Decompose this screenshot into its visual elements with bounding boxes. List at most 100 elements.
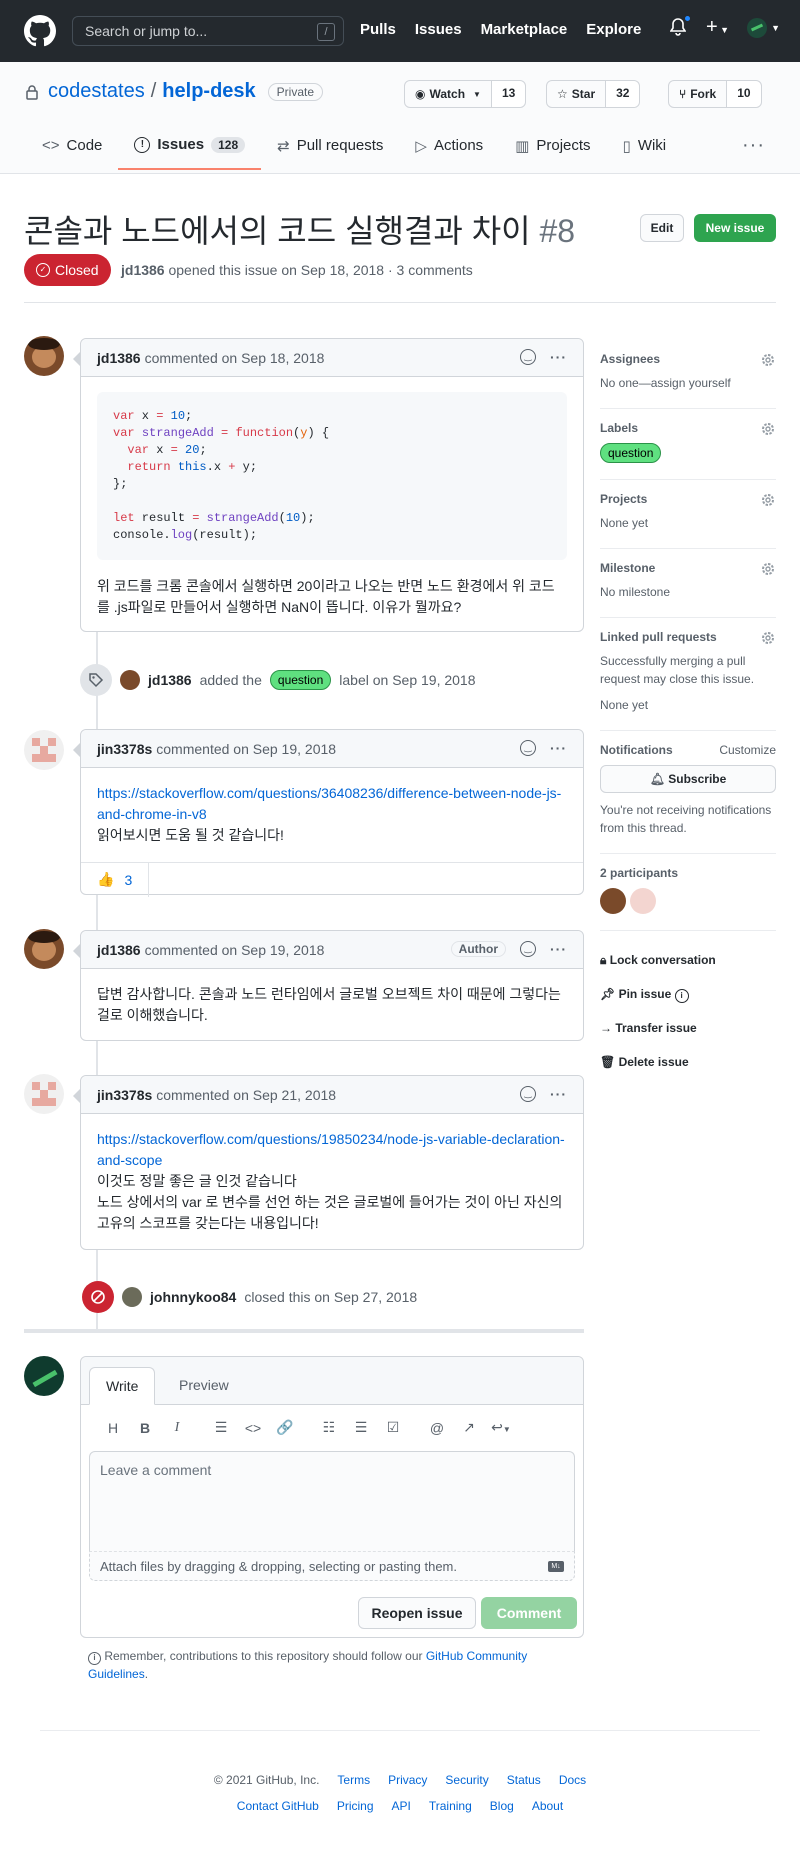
transfer-issue-link[interactable]: → Transfer issue xyxy=(600,1011,776,1045)
footer-link[interactable]: Privacy xyxy=(388,1773,427,1787)
milestone-heading[interactable]: Milestone xyxy=(600,561,776,575)
tab-write[interactable]: Write xyxy=(89,1367,156,1405)
gear-icon[interactable] xyxy=(760,421,776,440)
avatar[interactable] xyxy=(24,1074,64,1114)
linked-prs-heading[interactable]: Linked pull requests xyxy=(600,630,776,644)
issue-author-link[interactable]: jd1386 xyxy=(121,262,165,278)
user-avatar-menu[interactable]: ▼ xyxy=(747,17,780,38)
numbered-list-icon[interactable]: ☰ xyxy=(345,1419,377,1436)
event-actor[interactable]: jd1386 xyxy=(148,672,192,688)
bulleted-list-icon[interactable]: ☷ xyxy=(313,1419,345,1436)
avatar[interactable] xyxy=(24,929,64,969)
create-new-icon[interactable]: + ▼ xyxy=(706,16,729,39)
tab-projects[interactable]: ▥ Projects xyxy=(499,128,606,170)
avatar[interactable] xyxy=(120,670,140,690)
subscribe-button[interactable]: 🔔︎ Subscribe xyxy=(600,765,776,793)
assignees-heading[interactable]: Assignees xyxy=(600,352,776,366)
nav-explore[interactable]: Explore xyxy=(586,21,641,38)
comment-textarea[interactable]: Leave a comment xyxy=(89,1451,575,1551)
reply-icon[interactable]: ↩▼ xyxy=(485,1419,517,1436)
gear-icon[interactable] xyxy=(760,492,776,511)
footer-link[interactable]: Pricing xyxy=(337,1799,374,1813)
attach-files-area[interactable]: Attach files by dragging & dropping, sel… xyxy=(89,1551,575,1581)
nav-marketplace[interactable]: Marketplace xyxy=(481,21,568,38)
footer-link[interactable]: Blog xyxy=(490,1799,514,1813)
italic-icon[interactable]: I xyxy=(161,1420,193,1436)
footer-link[interactable]: API xyxy=(392,1799,411,1813)
fork-button[interactable]: ⑂ Fork xyxy=(669,81,728,107)
assign-yourself-link[interactable]: No one—assign yourself xyxy=(600,374,776,392)
footer-link[interactable]: Terms xyxy=(337,1773,370,1787)
pin-issue-link[interactable]: 📌︎ Pin issue i xyxy=(600,977,776,1011)
search-input[interactable]: Search or jump to... / xyxy=(72,16,344,46)
participant-avatar[interactable] xyxy=(630,888,656,914)
nav-issues[interactable]: Issues xyxy=(415,21,462,38)
avatar[interactable] xyxy=(24,1356,64,1396)
thumbs-up-reaction[interactable]: 👍 3 xyxy=(81,862,150,897)
tab-issues[interactable]: ! Issues 128 xyxy=(118,128,262,170)
kebab-menu-icon[interactable]: ··· xyxy=(550,1086,567,1102)
smiley-icon[interactable]: ‿ xyxy=(520,349,536,365)
stackoverflow-link[interactable]: https://stackoverflow.com/questions/3640… xyxy=(97,783,567,825)
bold-icon[interactable]: B xyxy=(129,1420,161,1436)
smiley-icon[interactable]: ‿ xyxy=(520,1086,536,1102)
comment-button[interactable]: Comment xyxy=(481,1597,577,1629)
comment-author[interactable]: jin3378s xyxy=(97,741,152,757)
customize-link[interactable]: Customize xyxy=(719,743,776,757)
github-logo-icon[interactable] xyxy=(24,15,56,47)
stackoverflow-link[interactable]: https://stackoverflow.com/questions/1985… xyxy=(97,1129,567,1171)
comment-date[interactable]: commented on Sep 19, 2018 xyxy=(156,741,336,757)
footer-link[interactable]: Training xyxy=(429,1799,472,1813)
comment-date[interactable]: commented on Sep 18, 2018 xyxy=(145,350,325,366)
footer-link[interactable]: Contact GitHub xyxy=(237,1799,319,1813)
footer-link[interactable]: Docs xyxy=(559,1773,586,1787)
tab-preview[interactable]: Preview xyxy=(163,1367,245,1405)
cross-reference-icon[interactable]: ↗ xyxy=(453,1419,485,1436)
watch-count[interactable]: 13 xyxy=(491,81,526,107)
mention-icon[interactable]: @ xyxy=(421,1420,453,1436)
fork-count[interactable]: 10 xyxy=(727,81,761,107)
kebab-menu-icon[interactable]: ··· xyxy=(550,941,567,957)
label-question[interactable]: question xyxy=(269,670,332,690)
edit-button[interactable]: Edit xyxy=(640,214,684,242)
kebab-menu-icon[interactable]: ··· xyxy=(550,740,567,756)
gear-icon[interactable] xyxy=(760,352,776,371)
more-options-icon[interactable]: ··· xyxy=(742,134,765,157)
star-button[interactable]: ☆ Star xyxy=(547,81,607,107)
new-issue-button[interactable]: New issue xyxy=(694,214,776,242)
reopen-issue-button[interactable]: Reopen issue xyxy=(358,1597,476,1629)
comment-author[interactable]: jd1386 xyxy=(97,350,141,366)
comment-date[interactable]: commented on Sep 19, 2018 xyxy=(145,942,325,958)
heading-icon[interactable]: H xyxy=(97,1420,129,1436)
delete-issue-link[interactable]: 🗑︎ Delete issue xyxy=(600,1045,776,1079)
footer-link[interactable]: About xyxy=(532,1799,563,1813)
quote-icon[interactable]: ☰ xyxy=(205,1419,237,1436)
footer-link[interactable]: Security xyxy=(445,1773,488,1787)
tab-wiki[interactable]: ▯ Wiki xyxy=(607,128,683,170)
comment-author[interactable]: jin3378s xyxy=(97,1087,152,1103)
smiley-icon[interactable]: ‿ xyxy=(520,941,536,957)
repo-name-link[interactable]: help-desk xyxy=(162,80,255,103)
smiley-icon[interactable]: ‿ xyxy=(520,740,536,756)
task-list-icon[interactable]: ☑ xyxy=(377,1419,409,1436)
notifications-icon[interactable] xyxy=(669,13,692,38)
watch-button[interactable]: ◉ Watch ▼ xyxy=(405,81,492,107)
lock-conversation-link[interactable]: 🔒︎ Lock conversation xyxy=(600,943,776,977)
code-icon[interactable]: <> xyxy=(237,1420,269,1436)
avatar[interactable] xyxy=(24,730,64,770)
link-icon[interactable]: 🔗 xyxy=(269,1419,301,1436)
gear-icon[interactable] xyxy=(760,630,776,649)
projects-heading[interactable]: Projects xyxy=(600,492,776,506)
labels-heading[interactable]: Labels xyxy=(600,421,776,435)
tab-actions[interactable]: ▷ Actions xyxy=(399,128,499,170)
tab-pull-requests[interactable]: ⇄ Pull requests xyxy=(261,128,399,170)
repo-owner-link[interactable]: codestates xyxy=(48,80,145,103)
event-actor[interactable]: johnnykoo84 xyxy=(150,1289,236,1305)
comment-author[interactable]: jd1386 xyxy=(97,942,141,958)
avatar[interactable] xyxy=(24,336,64,376)
tab-code[interactable]: <> Code xyxy=(26,128,118,170)
gear-icon[interactable] xyxy=(760,561,776,580)
label-question[interactable]: question xyxy=(600,443,662,463)
kebab-menu-icon[interactable]: ··· xyxy=(550,349,567,365)
comment-date[interactable]: commented on Sep 21, 2018 xyxy=(156,1087,336,1103)
